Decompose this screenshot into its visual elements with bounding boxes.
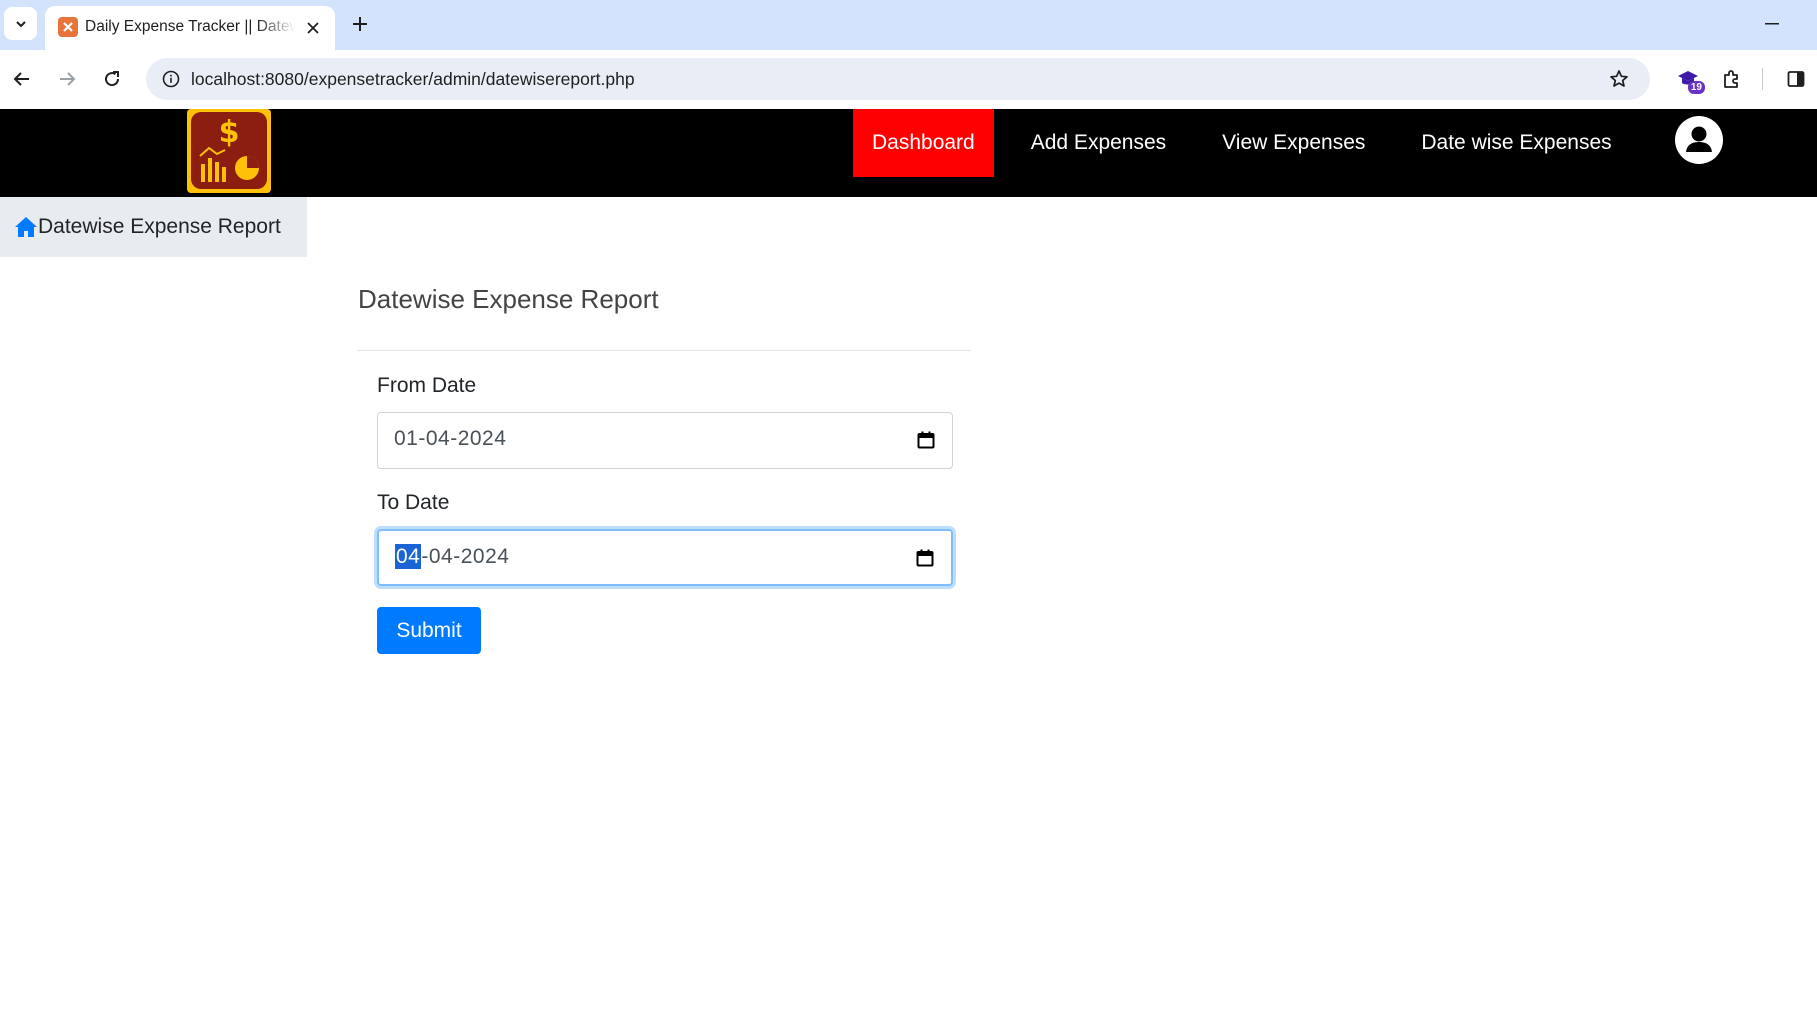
breadcrumb: Datewise Expense Report bbox=[0, 197, 307, 257]
extension-badge: 19 bbox=[1687, 81, 1705, 94]
minimize-window-button[interactable] bbox=[1755, 12, 1789, 36]
nav-dashboard[interactable]: Dashboard bbox=[853, 109, 994, 177]
minimize-icon bbox=[1765, 23, 1779, 25]
chevron-down-icon bbox=[15, 20, 26, 27]
arrow-right-icon bbox=[60, 72, 76, 86]
extensions-menu-button[interactable] bbox=[1712, 60, 1750, 98]
to-date-input[interactable]: 04-04-2024 bbox=[377, 529, 953, 586]
toolbar-divider bbox=[1762, 68, 1763, 90]
to-date-rest: -04-2024 bbox=[421, 545, 510, 568]
back-button[interactable] bbox=[4, 61, 40, 97]
puzzle-icon bbox=[1724, 70, 1738, 88]
close-tab-icon[interactable] bbox=[303, 18, 323, 38]
panel-divider bbox=[357, 350, 971, 351]
side-panel-button[interactable] bbox=[1777, 60, 1815, 98]
xampp-favicon-icon bbox=[58, 17, 78, 37]
nav-add-expenses[interactable]: Add Expenses bbox=[1012, 109, 1185, 177]
address-bar[interactable]: localhost:8080/expensetracker/admin/date… bbox=[146, 58, 1650, 100]
to-date-value: 04-04-2024 bbox=[395, 544, 510, 569]
reload-icon bbox=[105, 71, 120, 87]
from-date-label: From Date bbox=[377, 374, 477, 397]
user-icon bbox=[1686, 126, 1712, 152]
site-header: $ Dashboard Add Expenses View Expenses D… bbox=[0, 109, 1817, 197]
arrow-left-icon bbox=[13, 72, 29, 86]
browser-tab-active[interactable]: Daily Expense Tracker || Datewise Expens… bbox=[45, 6, 335, 50]
browser-tab-strip: Daily Expense Tracker || Datewise Expens… bbox=[0, 0, 1817, 50]
plus-icon bbox=[353, 17, 367, 31]
nav-datewise-expenses[interactable]: Date wise Expenses bbox=[1402, 109, 1630, 177]
breadcrumb-label: Datewise Expense Report bbox=[38, 215, 281, 238]
submit-button[interactable]: Submit bbox=[377, 607, 481, 654]
new-tab-button[interactable] bbox=[346, 10, 374, 38]
calendar-icon[interactable] bbox=[915, 547, 935, 569]
expense-tracker-logo[interactable]: $ bbox=[187, 109, 271, 193]
side-panel-icon bbox=[1787, 71, 1805, 87]
panel-title: Datewise Expense Report bbox=[358, 284, 659, 314]
forward-button[interactable] bbox=[49, 61, 85, 97]
to-date-day-segment[interactable]: 04 bbox=[395, 544, 422, 569]
svg-text:$: $ bbox=[219, 115, 240, 150]
tab-search-button[interactable] bbox=[4, 7, 37, 40]
bookmark-star-icon[interactable] bbox=[1602, 62, 1636, 96]
tab-title: Daily Expense Tracker || Datewise Expens… bbox=[85, 18, 295, 35]
url-text: localhost:8080/expensetracker/admin/date… bbox=[191, 69, 635, 89]
user-avatar-button[interactable] bbox=[1675, 116, 1723, 164]
logo-image-icon: $ bbox=[191, 112, 267, 189]
reload-button[interactable] bbox=[94, 61, 130, 97]
site-info-icon[interactable] bbox=[154, 62, 188, 96]
from-date-value: 01-04-2024 bbox=[394, 427, 507, 450]
home-icon[interactable] bbox=[14, 215, 38, 239]
from-date-input[interactable]: 01-04-2024 bbox=[377, 412, 953, 469]
to-date-label: To Date bbox=[377, 491, 450, 514]
nav-view-expenses[interactable]: View Expenses bbox=[1203, 109, 1384, 177]
calendar-icon[interactable] bbox=[916, 429, 936, 451]
browser-toolbar: localhost:8080/expensetracker/admin/date… bbox=[0, 50, 1817, 109]
main-nav: Dashboard Add Expenses View Expenses Dat… bbox=[853, 109, 1631, 177]
extension-button[interactable]: 19 bbox=[1669, 60, 1707, 98]
